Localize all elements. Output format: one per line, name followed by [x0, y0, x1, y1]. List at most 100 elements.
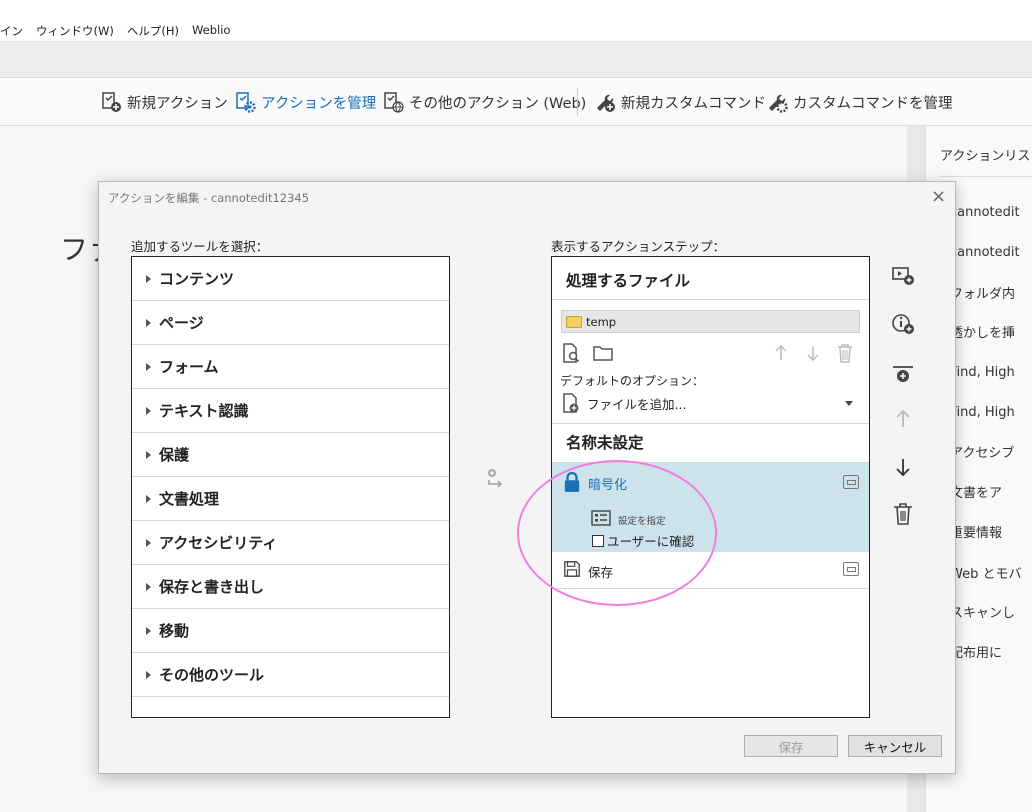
delete-step-icon[interactable]	[891, 502, 915, 526]
manage-actions-button[interactable]: アクションを管理	[234, 90, 376, 114]
folder-entry[interactable]: temp	[561, 310, 860, 333]
add-instruction-icon[interactable]	[891, 312, 915, 336]
tool-category-label: 文書処理	[159, 490, 220, 508]
expand-triangle-icon	[146, 362, 151, 371]
tool-category-other-tools[interactable]: その他のツール	[132, 653, 449, 697]
manage-actions-icon	[236, 92, 256, 113]
add-group-icon[interactable]	[891, 363, 915, 387]
chevron-down-icon	[845, 401, 853, 406]
expand-triangle-icon	[146, 494, 151, 503]
move-step-up-icon[interactable]	[891, 407, 915, 431]
tool-category-content[interactable]: コンテンツ	[132, 257, 449, 301]
action-list-item[interactable]: スキャンし	[931, 601, 1015, 621]
new-custom-command-button[interactable]: 新規カスタムコマンド	[594, 90, 766, 114]
tool-list: コンテンツ ページ フォーム テキスト認識 保護 文書処理 アクセシビリティ 保…	[131, 256, 450, 718]
move-down-icon[interactable]	[802, 342, 824, 364]
action-list-item[interactable]: Find, High	[932, 362, 1015, 382]
file-tools-left	[560, 341, 624, 365]
cancel-button[interactable]: キャンセル	[848, 735, 942, 757]
action-list-item[interactable]: 重要情報	[931, 521, 1002, 541]
menu-bar: イン ウィンドウ(W) ヘルプ(H) Weblio	[0, 0, 1032, 42]
step-encrypt[interactable]: 暗号化 設定を指定 ユーザーに確認	[552, 463, 869, 552]
menu-item-weblio[interactable]: Weblio	[192, 23, 231, 39]
action-list-item[interactable]: Find, High	[932, 402, 1015, 422]
action-list-item[interactable]: 透かしを挿	[931, 321, 1015, 341]
action-list-item[interactable]: アクセシブ	[931, 441, 1014, 461]
file-tools-right	[770, 341, 866, 365]
move-up-icon[interactable]	[770, 342, 792, 364]
web-actions-icon	[384, 92, 404, 113]
action-list-item[interactable]: cannotedit	[932, 242, 1020, 262]
add-files-dropdown[interactable]: ファイルを追加...	[560, 391, 859, 415]
tool-category-label: 移動	[159, 622, 190, 640]
confirm-with-user-label: ユーザーに確認	[607, 534, 695, 549]
action-list-header: アクションリスト	[940, 149, 1032, 164]
tool-category-forms[interactable]: フォーム	[132, 345, 449, 389]
tool-category-document-processing[interactable]: 文書処理	[132, 477, 449, 521]
toolbar-separator	[577, 88, 578, 116]
expand-triangle-icon	[146, 626, 151, 635]
wrench-add-icon	[597, 94, 615, 112]
untitled-section-header: 名称未設定	[566, 434, 644, 452]
step-options-icon[interactable]	[843, 562, 859, 576]
save-disk-icon	[564, 561, 580, 577]
tool-select-label: 追加するツールを選択：	[131, 239, 269, 254]
tool-category-accessibility[interactable]: アクセシビリティ	[132, 521, 449, 565]
new-action-icon	[102, 92, 121, 112]
folder-open-icon[interactable]	[592, 342, 614, 364]
step-save[interactable]: 保存	[552, 552, 869, 588]
save-button[interactable]: 保存	[744, 735, 838, 757]
tool-category-save-export[interactable]: 保存と書き出し	[132, 565, 449, 609]
expand-triangle-icon	[146, 274, 151, 283]
other-actions-button[interactable]: その他のアクション (Web)	[382, 90, 586, 114]
divider	[552, 588, 869, 589]
step-save-label: 保存	[588, 565, 614, 580]
action-list-item[interactable]: Web とモバ	[931, 562, 1021, 582]
action-list-item[interactable]: 文書をア	[931, 481, 1002, 501]
close-icon[interactable]: ×	[931, 186, 946, 207]
dialog-title: アクションを編集 - cannotedit12345	[108, 191, 310, 205]
add-to-steps-icon[interactable]	[484, 467, 508, 491]
action-list-item[interactable]: cannotedit	[932, 202, 1020, 222]
delete-icon[interactable]	[834, 342, 856, 364]
tool-category-move[interactable]: 移動	[132, 609, 449, 653]
menu-item-help[interactable]: ヘルプ(H)	[127, 23, 179, 39]
expand-triangle-icon	[146, 538, 151, 547]
step-options-icon[interactable]	[843, 475, 859, 489]
menu-item-sign[interactable]: イン	[0, 23, 23, 39]
confirm-with-user-checkbox[interactable]: ユーザーに確認	[592, 531, 694, 550]
specify-settings-label: 設定を指定	[618, 516, 666, 527]
manage-custom-commands-label: カスタムコマンドを管理	[793, 95, 953, 112]
action-toolbar: 新規アクション アクションを管理 その他のアクション (Web) 新規カスタムコ…	[0, 78, 1032, 126]
move-step-down-icon[interactable]	[891, 455, 915, 479]
tool-category-label: ページ	[159, 314, 204, 332]
lock-icon	[564, 471, 580, 492]
expand-triangle-icon	[146, 406, 151, 415]
expand-triangle-icon	[146, 670, 151, 679]
browse-file-icon[interactable]	[560, 342, 582, 364]
default-options-label: デフォルトのオプション：	[560, 374, 705, 388]
tool-category-label: テキスト認識	[159, 402, 249, 420]
tool-category-protection[interactable]: 保護	[132, 433, 449, 477]
divider	[552, 299, 869, 300]
action-list-item[interactable]: フォルダ内	[931, 282, 1015, 302]
manage-custom-commands-button[interactable]: カスタムコマンドを管理	[766, 90, 953, 114]
step-encrypt-label: 暗号化	[588, 478, 628, 493]
action-list-item[interactable]: 配布用に	[931, 641, 1002, 661]
expand-triangle-icon	[146, 582, 151, 591]
add-files-label: ファイルを追加...	[587, 396, 687, 412]
checkbox-box[interactable]	[592, 534, 604, 547]
expand-triangle-icon	[146, 318, 151, 327]
new-action-button[interactable]: 新規アクション	[100, 90, 228, 114]
divider	[940, 176, 1032, 177]
tool-category-label: フォーム	[159, 358, 219, 376]
files-section-header: 処理するファイル	[566, 272, 691, 290]
tool-category-text-recognition[interactable]: テキスト認識	[132, 389, 449, 433]
folder-icon	[566, 315, 582, 328]
folder-name: temp	[586, 314, 617, 329]
settings-icon[interactable]	[591, 510, 611, 526]
menu-item-window[interactable]: ウィンドウ(W)	[36, 23, 114, 39]
new-custom-command-label: 新規カスタムコマンド	[621, 95, 766, 112]
tool-category-pages[interactable]: ページ	[132, 301, 449, 345]
insert-step-icon[interactable]	[891, 264, 915, 288]
